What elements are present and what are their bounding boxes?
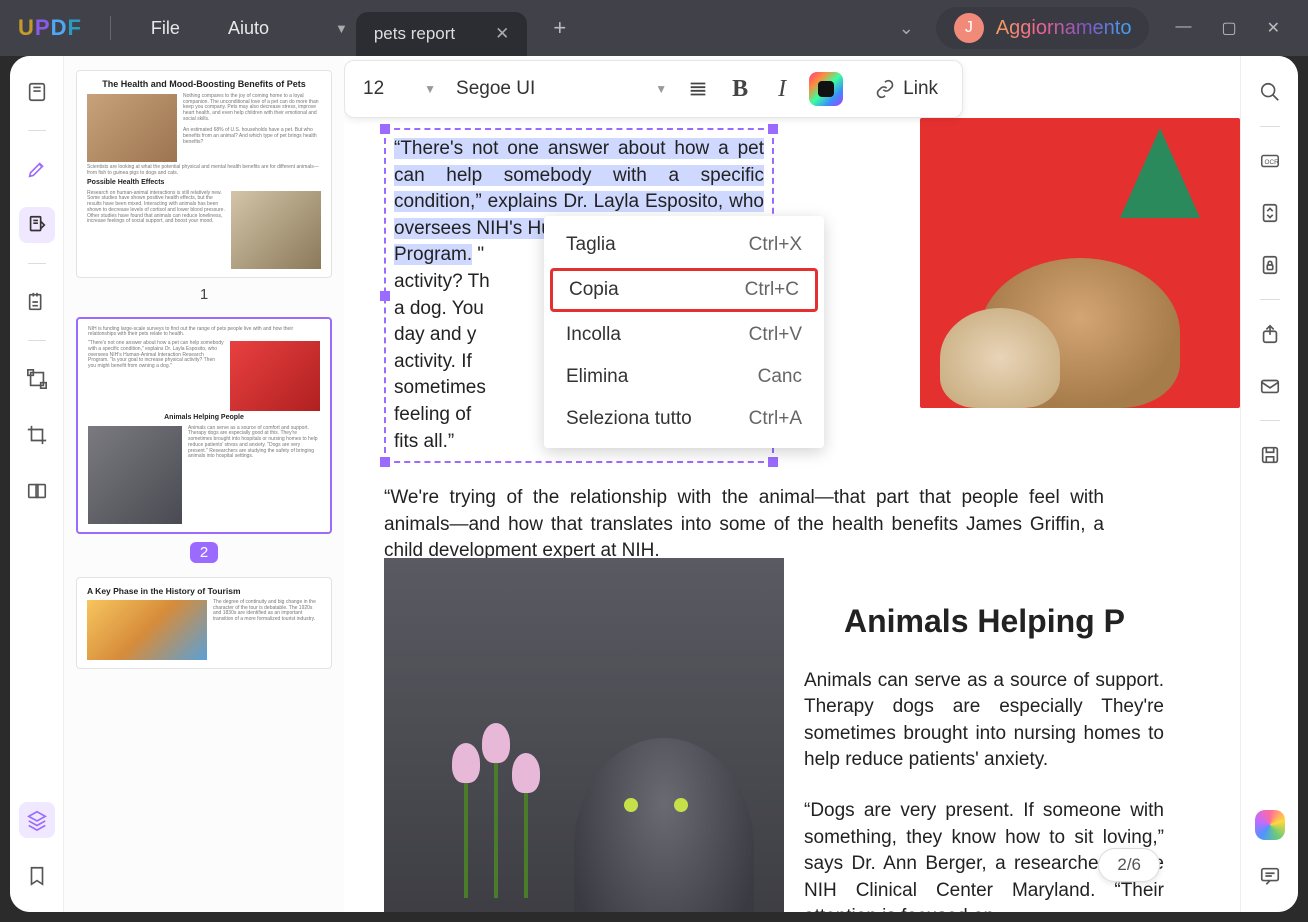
- font-size-select[interactable]: 12 ▼: [359, 78, 440, 100]
- bold-button[interactable]: B: [725, 74, 755, 104]
- svg-text:OCR: OCR: [1264, 159, 1279, 166]
- crop-icon[interactable]: [19, 417, 55, 453]
- chevron-down-icon: ▼: [424, 82, 436, 96]
- thumbnail-page-1[interactable]: The Health and Mood-Boosting Benefits of…: [76, 70, 332, 278]
- comment-icon[interactable]: [1252, 858, 1288, 894]
- new-tab-button[interactable]: +: [535, 15, 584, 41]
- align-icon[interactable]: [683, 74, 713, 104]
- document-view[interactable]: 12 ▼ Segoe UI ▼ B I Link: [344, 56, 1240, 912]
- separator: [110, 16, 111, 40]
- section-heading: Animals Helping P: [844, 599, 1240, 644]
- thumb-page-number: 1: [76, 286, 332, 303]
- context-menu: Taglia Ctrl+X Copia Ctrl+C Incolla Ctrl+…: [544, 216, 824, 448]
- avatar: J: [954, 13, 984, 43]
- tab-dropdown-icon[interactable]: ▼: [335, 21, 348, 36]
- save-icon[interactable]: [1252, 437, 1288, 473]
- resize-handle[interactable]: [380, 124, 390, 134]
- selected-text: Program.: [394, 244, 472, 265]
- page-tools-icon[interactable]: [19, 361, 55, 397]
- thumb-image: [88, 426, 182, 524]
- context-menu-delete[interactable]: Elimina Canc: [544, 356, 824, 398]
- annotate-icon[interactable]: [19, 151, 55, 187]
- resize-handle[interactable]: [768, 124, 778, 134]
- context-menu-cut[interactable]: Taglia Ctrl+X: [544, 224, 824, 266]
- context-menu-select-all[interactable]: Seleziona tutto Ctrl+A: [544, 398, 824, 440]
- layers-icon[interactable]: [19, 802, 55, 838]
- thumbnail-page-3[interactable]: A Key Phase in the History of Tourism Th…: [76, 577, 332, 669]
- user-upgrade-pill[interactable]: J Aggiornamento: [936, 7, 1150, 49]
- minimize-button[interactable]: ―: [1175, 18, 1191, 38]
- text-color-button[interactable]: [809, 72, 843, 106]
- workspace: The Health and Mood-Boosting Benefits of…: [10, 56, 1298, 912]
- tab-close-icon[interactable]: ✕: [495, 24, 509, 44]
- menu-help[interactable]: Aiuto: [208, 18, 289, 39]
- upgrade-label: Aggiornamento: [996, 17, 1132, 40]
- ocr-icon[interactable]: OCR: [1252, 143, 1288, 179]
- thumb-image: [230, 341, 320, 411]
- compare-icon[interactable]: [19, 473, 55, 509]
- thumb-subheading: Possible Health Effects: [87, 179, 321, 187]
- left-toolbar: [10, 56, 64, 912]
- convert-icon[interactable]: [1252, 195, 1288, 231]
- close-button[interactable]: ✕: [1267, 18, 1280, 38]
- body-paragraph: “We're trying of the relationship with t…: [384, 485, 1104, 565]
- titlebar: UPDF File Aiuto ▼ pets report ✕ + ⌄ J Ag…: [0, 0, 1308, 56]
- bookmark-icon[interactable]: [19, 858, 55, 894]
- thumbnail-panel: The Health and Mood-Boosting Benefits of…: [64, 56, 344, 912]
- document-image-cat: [384, 558, 784, 912]
- font-family-select[interactable]: Segoe UI ▼: [452, 78, 671, 100]
- resize-handle[interactable]: [380, 457, 390, 467]
- context-menu-copy[interactable]: Copia Ctrl+C: [550, 268, 818, 312]
- format-toolbar: 12 ▼ Segoe UI ▼ B I Link: [344, 60, 963, 118]
- ai-assistant-icon[interactable]: [1255, 810, 1285, 840]
- body-paragraph: Animals can serve as a source of support…: [804, 668, 1164, 774]
- reader-mode-icon[interactable]: [19, 74, 55, 110]
- context-menu-paste[interactable]: Incolla Ctrl+V: [544, 314, 824, 356]
- resize-handle[interactable]: [768, 457, 778, 467]
- search-icon[interactable]: [1252, 74, 1288, 110]
- thumb-image: [87, 600, 207, 660]
- organize-icon[interactable]: [19, 284, 55, 320]
- document-tab[interactable]: pets report ✕: [356, 12, 528, 56]
- italic-button[interactable]: I: [767, 74, 797, 104]
- tab-overflow-icon[interactable]: ⌄: [885, 18, 928, 39]
- email-icon[interactable]: [1252, 368, 1288, 404]
- tab-title: pets report: [374, 24, 455, 44]
- thumb-subheading: Animals Helping People: [88, 414, 320, 422]
- thumb-page-number: 2: [190, 542, 218, 563]
- thumb-image: [231, 191, 321, 269]
- thumb-image: [87, 94, 177, 162]
- thumbnail-page-2[interactable]: NIH is funding large-scale surveys to fi…: [76, 317, 332, 534]
- maximize-button[interactable]: ▢: [1221, 18, 1236, 38]
- document-image-dogs: [920, 118, 1240, 408]
- page-indicator[interactable]: 2/6: [1098, 848, 1160, 882]
- share-icon[interactable]: [1252, 316, 1288, 352]
- thumb-title: A Key Phase in the History of Tourism: [87, 586, 321, 596]
- protect-icon[interactable]: [1252, 247, 1288, 283]
- thumb-title: The Health and Mood-Boosting Benefits of…: [87, 79, 321, 90]
- right-toolbar: OCR: [1240, 56, 1298, 912]
- app-logo: UPDF: [10, 15, 90, 41]
- window-controls: ― ▢ ✕: [1157, 18, 1298, 38]
- menu-file[interactable]: File: [131, 18, 200, 39]
- edit-icon[interactable]: [19, 207, 55, 243]
- link-button[interactable]: Link: [865, 78, 948, 100]
- resize-handle[interactable]: [380, 291, 390, 301]
- chevron-down-icon: ▼: [655, 82, 667, 96]
